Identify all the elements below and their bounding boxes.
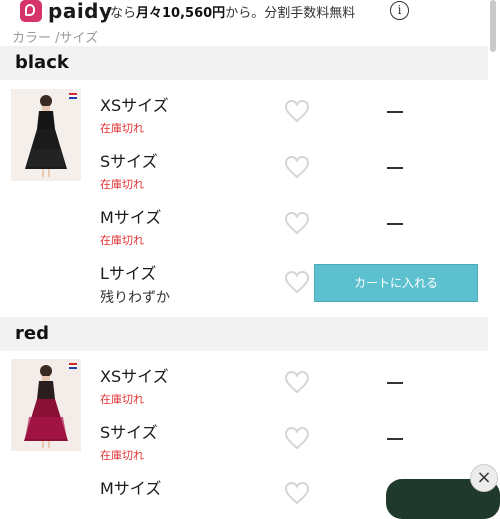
unavailable-dash — [387, 223, 403, 225]
size-label: Mサイズ — [100, 208, 162, 227]
heart-icon[interactable] — [284, 426, 310, 450]
close-icon[interactable]: × — [470, 464, 498, 492]
unavailable-dash — [387, 167, 403, 169]
heart-icon[interactable] — [284, 155, 310, 179]
red-dress-illustration — [11, 359, 81, 451]
info-icon[interactable]: i — [390, 1, 409, 20]
add-to-cart-button[interactable]: カートに入れる — [314, 264, 478, 302]
paidy-logo-text: paidy — [48, 0, 113, 23]
product-image-black[interactable] — [11, 89, 81, 181]
heart-icon[interactable] — [284, 211, 310, 235]
unavailable-dash — [387, 382, 403, 384]
paidy-promo-prefix: なら — [110, 6, 137, 21]
size-label: Sサイズ — [100, 423, 158, 442]
unavailable-dash — [387, 438, 403, 440]
paidy-banner: paidy なら月々10,560円から。分割手数料無料 i — [0, 0, 500, 24]
heart-icon[interactable] — [284, 99, 310, 123]
color-size-section-label: カラー /サイズ — [12, 31, 99, 46]
size-label: Lサイズ — [100, 264, 157, 283]
stock-status: 在庫切れ — [100, 234, 144, 247]
unavailable-dash — [387, 111, 403, 113]
paidy-logo: paidy — [20, 0, 113, 23]
stock-status: 在庫切れ — [100, 449, 144, 462]
heart-icon[interactable] — [284, 481, 310, 505]
product-image-red[interactable] — [11, 359, 81, 451]
color-group-header-black: black — [0, 46, 488, 80]
black-dress-illustration — [11, 89, 81, 181]
paidy-promo-text: なら月々10,560円から。分割手数料無料 — [110, 2, 355, 21]
stock-status: 在庫切れ — [100, 122, 144, 135]
paidy-promo-suffix: から。分割手数料無料 — [225, 6, 356, 21]
stock-status: 在庫切れ — [100, 178, 144, 191]
heart-icon[interactable] — [284, 370, 310, 394]
heart-icon[interactable] — [284, 270, 310, 294]
size-label: XSサイズ — [100, 367, 169, 386]
paidy-logo-icon — [20, 0, 42, 22]
color-group-header-red: red — [0, 317, 488, 351]
stock-status-low: 残りわずか — [100, 290, 170, 306]
scrollbar[interactable] — [490, 0, 496, 52]
size-label: Sサイズ — [100, 152, 158, 171]
flag-badge — [69, 93, 77, 101]
paidy-promo-amount: 月々10,560円 — [136, 6, 226, 21]
size-label: Mサイズ — [100, 479, 162, 498]
flag-badge — [69, 363, 77, 371]
size-label: XSサイズ — [100, 96, 169, 115]
stock-status: 在庫切れ — [100, 393, 144, 406]
